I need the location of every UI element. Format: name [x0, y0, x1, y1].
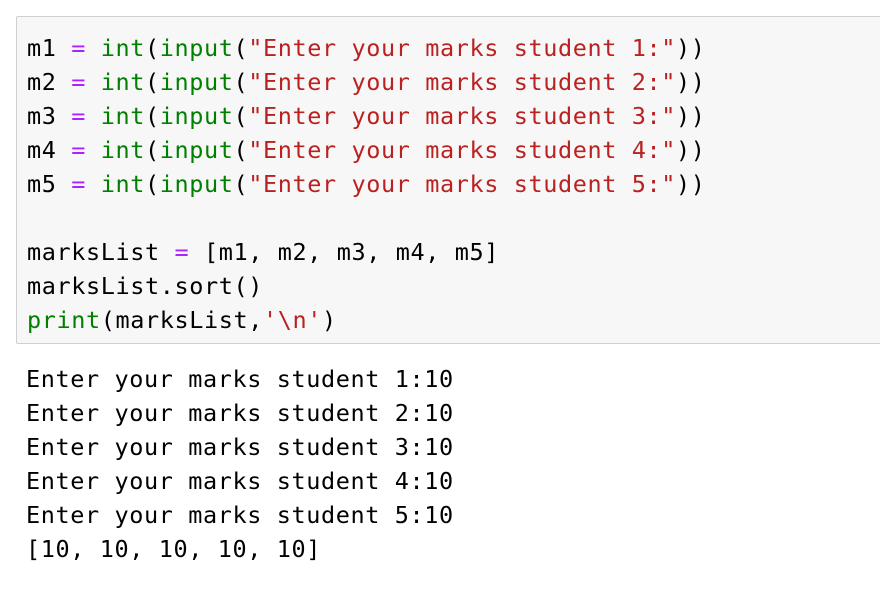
output-result-list: [10, 10, 10, 10, 10] [26, 535, 321, 563]
output-line: Enter your marks student 2:10 [26, 399, 454, 427]
paren: ( [233, 102, 249, 130]
builtin-input: input [159, 170, 234, 198]
assign-operator: = [174, 238, 190, 266]
code-cell-input[interactable]: m1 = int(input("Enter your marks student… [16, 16, 880, 344]
assign-operator: = [71, 136, 86, 164]
cell-output: Enter your marks student 1:10 Enter your… [0, 362, 880, 582]
paren: ( [145, 170, 160, 198]
string-literal: "Enter your marks student 4:" [248, 136, 676, 164]
paren: ( [145, 136, 160, 164]
code-line: m3 = int(input("Enter your marks student… [27, 99, 705, 133]
string-literal: "Enter your marks student 1:" [248, 34, 676, 62]
builtin-int: int [100, 102, 145, 130]
assign-operator: = [71, 68, 86, 96]
assign-operator: = [71, 102, 86, 130]
code-line: m2 = int(input("Enter your marks student… [27, 65, 705, 99]
code-line: m1 = int(input("Enter your marks student… [27, 31, 705, 65]
string-literal: '\n' [262, 306, 322, 334]
paren-close: )) [675, 170, 706, 198]
builtin-print: print [27, 306, 101, 334]
paren: ( [233, 170, 249, 198]
assign-operator: = [71, 170, 86, 198]
paren-close: ) [321, 306, 337, 334]
variable: m3 [27, 102, 57, 130]
print-args: (marksList, [100, 306, 263, 334]
sort-call: marksList.sort() [27, 272, 263, 300]
assign-operator: = [71, 34, 86, 62]
string-literal: "Enter your marks student 3:" [248, 102, 676, 130]
paren: ( [145, 68, 160, 96]
builtin-int: int [100, 68, 145, 96]
code-line: m4 = int(input("Enter your marks student… [27, 133, 705, 167]
code-line: m5 = int(input("Enter your marks student… [27, 167, 705, 201]
paren-close: )) [675, 136, 706, 164]
builtin-input: input [159, 136, 234, 164]
builtin-int: int [100, 136, 145, 164]
paren: ( [145, 34, 160, 62]
paren-close: )) [675, 34, 706, 62]
paren: ( [233, 34, 249, 62]
builtin-input: input [159, 68, 234, 96]
paren: ( [145, 102, 160, 130]
output-line: Enter your marks student 4:10 [26, 467, 454, 495]
output-line: Enter your marks student 3:10 [26, 433, 454, 461]
variable: marksList [27, 238, 160, 266]
paren: ( [233, 68, 249, 96]
code-line: marksList.sort() [27, 269, 263, 303]
string-literal: "Enter your marks student 2:" [248, 68, 676, 96]
builtin-input: input [159, 102, 234, 130]
code-line: print(marksList,'\n') [27, 303, 337, 337]
code-line: marksList = [m1, m2, m3, m4, m5] [27, 235, 499, 269]
paren: ( [233, 136, 249, 164]
variable: m4 [27, 136, 57, 164]
paren-close: )) [675, 102, 706, 130]
builtin-input: input [159, 34, 234, 62]
output-line: Enter your marks student 5:10 [26, 501, 454, 529]
variable: m1 [27, 34, 57, 62]
builtin-int: int [100, 34, 145, 62]
paren-close: )) [675, 68, 706, 96]
output-line: Enter your marks student 1:10 [26, 365, 454, 393]
string-literal: "Enter your marks student 5:" [248, 170, 676, 198]
builtin-int: int [100, 170, 145, 198]
variable: m5 [27, 170, 57, 198]
list-literal: [m1, m2, m3, m4, m5] [203, 238, 499, 266]
variable: m2 [27, 68, 57, 96]
